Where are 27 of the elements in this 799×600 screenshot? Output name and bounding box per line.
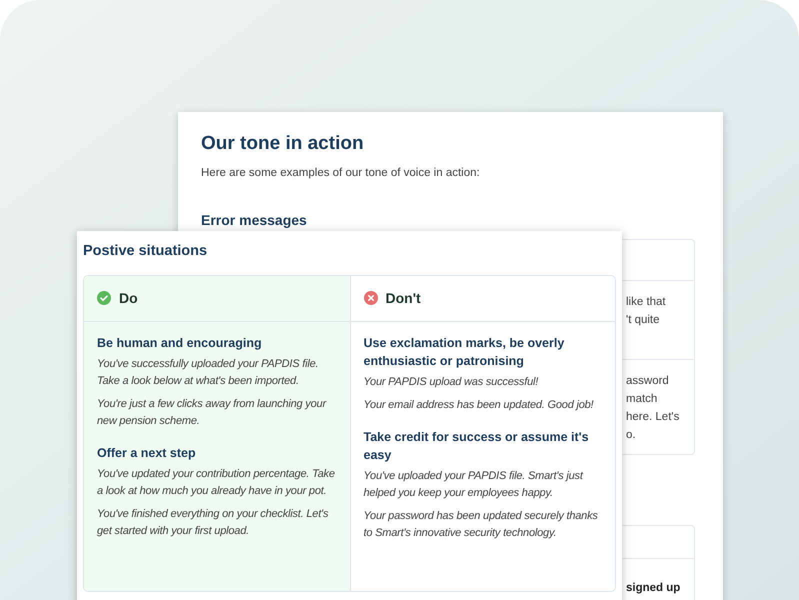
guideline-heading: Use exclamation marks, be overly enthusiastic or patronising <box>364 334 566 370</box>
example-text: here. Let's <box>626 410 680 425</box>
cross-circle-icon <box>364 291 378 306</box>
intro-text: Here are some examples of our tone of voice in action: <box>201 166 481 180</box>
example-text: You've uploaded your PAPDIS file. Smart's just helped you keep your employees happy. <box>364 468 584 501</box>
example-text: You've finished everything on your checklist. Let's get started with your first upload. <box>97 506 330 539</box>
example-text: Your email address has been updated. Good job! <box>364 398 594 413</box>
example-text: Your password has been updated securely thanks to Smart's innovative security technology. <box>364 508 599 541</box>
guideline-heading: Offer a next step <box>97 444 197 462</box>
example-text: signed up <box>626 580 682 596</box>
example-text: Your PAPDIS upload was successful! <box>364 374 540 390</box>
section-heading: Error messages <box>201 210 308 230</box>
guideline-heading: Take credit for success or assume it's easy <box>364 428 590 464</box>
column-heading: Don't <box>386 288 421 308</box>
example-text: match <box>626 392 658 407</box>
example-text: You're just a few clicks away from launching your new pension scheme. <box>97 396 328 429</box>
guideline-heading: Be human and encouraging <box>97 334 263 352</box>
page-title: Our tone in action <box>201 132 365 156</box>
check-circle-icon <box>97 291 111 306</box>
example-text: You've updated your contribution percentage. Take a look at how much you already have in your pot. <box>97 466 336 499</box>
example-text: o. <box>626 428 637 443</box>
card-title: Postive situations <box>83 242 208 261</box>
example-text: You've successfully uploaded your PAPDIS file. Take a look below at what's been imported. <box>97 356 320 389</box>
example-text: assword <box>626 374 670 389</box>
example-text: 't quite <box>626 312 661 328</box>
column-heading: Do <box>119 288 138 308</box>
example-text: like that <box>626 294 667 310</box>
